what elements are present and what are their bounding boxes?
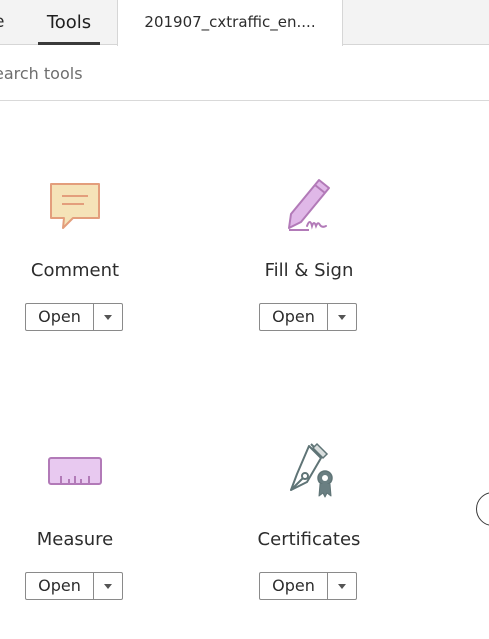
search-tools-input[interactable] — [0, 56, 464, 90]
tools-panel: e Tools 201907_cxtraffic_en.... Comment … — [0, 0, 489, 639]
fill-sign-open-split-button: Open — [259, 303, 357, 331]
comment-icon[interactable] — [43, 174, 107, 238]
chevron-down-icon — [104, 315, 112, 320]
tab-document[interactable]: 201907_cxtraffic_en.... — [117, 0, 343, 46]
tool-label-certificates: Certificates — [257, 529, 361, 550]
fill-sign-pen-icon[interactable] — [277, 174, 341, 238]
tool-label-comment: Comment — [30, 260, 120, 281]
certificates-dropdown-button[interactable] — [328, 573, 356, 599]
comment-dropdown-button[interactable] — [94, 304, 122, 330]
ruler-icon[interactable] — [43, 440, 107, 504]
certificates-open-split-button: Open — [259, 572, 357, 600]
measure-open-split-button: Open — [25, 572, 123, 600]
certificates-open-button[interactable]: Open — [260, 573, 328, 599]
comment-open-split-button: Open — [25, 303, 123, 331]
tab-home[interactable]: e — [0, 0, 4, 45]
scroll-next-button[interactable] — [476, 492, 489, 526]
fill-sign-open-button[interactable]: Open — [260, 304, 328, 330]
tab-bar: e Tools 201907_cxtraffic_en.... — [0, 0, 489, 46]
measure-open-button[interactable]: Open — [26, 573, 94, 599]
chevron-down-icon — [338, 584, 346, 589]
tab-tools[interactable]: Tools — [26, 0, 112, 45]
tool-card-measure: Measure Open — [0, 440, 155, 610]
comment-open-button[interactable]: Open — [26, 304, 94, 330]
chevron-down-icon — [104, 584, 112, 589]
tool-card-fill-sign: Fill & Sign Open — [229, 170, 389, 340]
tool-card-certificates: Certificates Open — [229, 440, 389, 610]
tool-label-fill-sign: Fill & Sign — [264, 260, 354, 281]
tool-label-measure: Measure — [36, 529, 114, 550]
chevron-down-icon — [338, 315, 346, 320]
search-bar — [0, 46, 489, 101]
fill-sign-dropdown-button[interactable] — [328, 304, 356, 330]
tool-card-comment: Comment Open — [0, 170, 155, 340]
certificate-pen-icon[interactable] — [277, 440, 341, 504]
measure-dropdown-button[interactable] — [94, 573, 122, 599]
